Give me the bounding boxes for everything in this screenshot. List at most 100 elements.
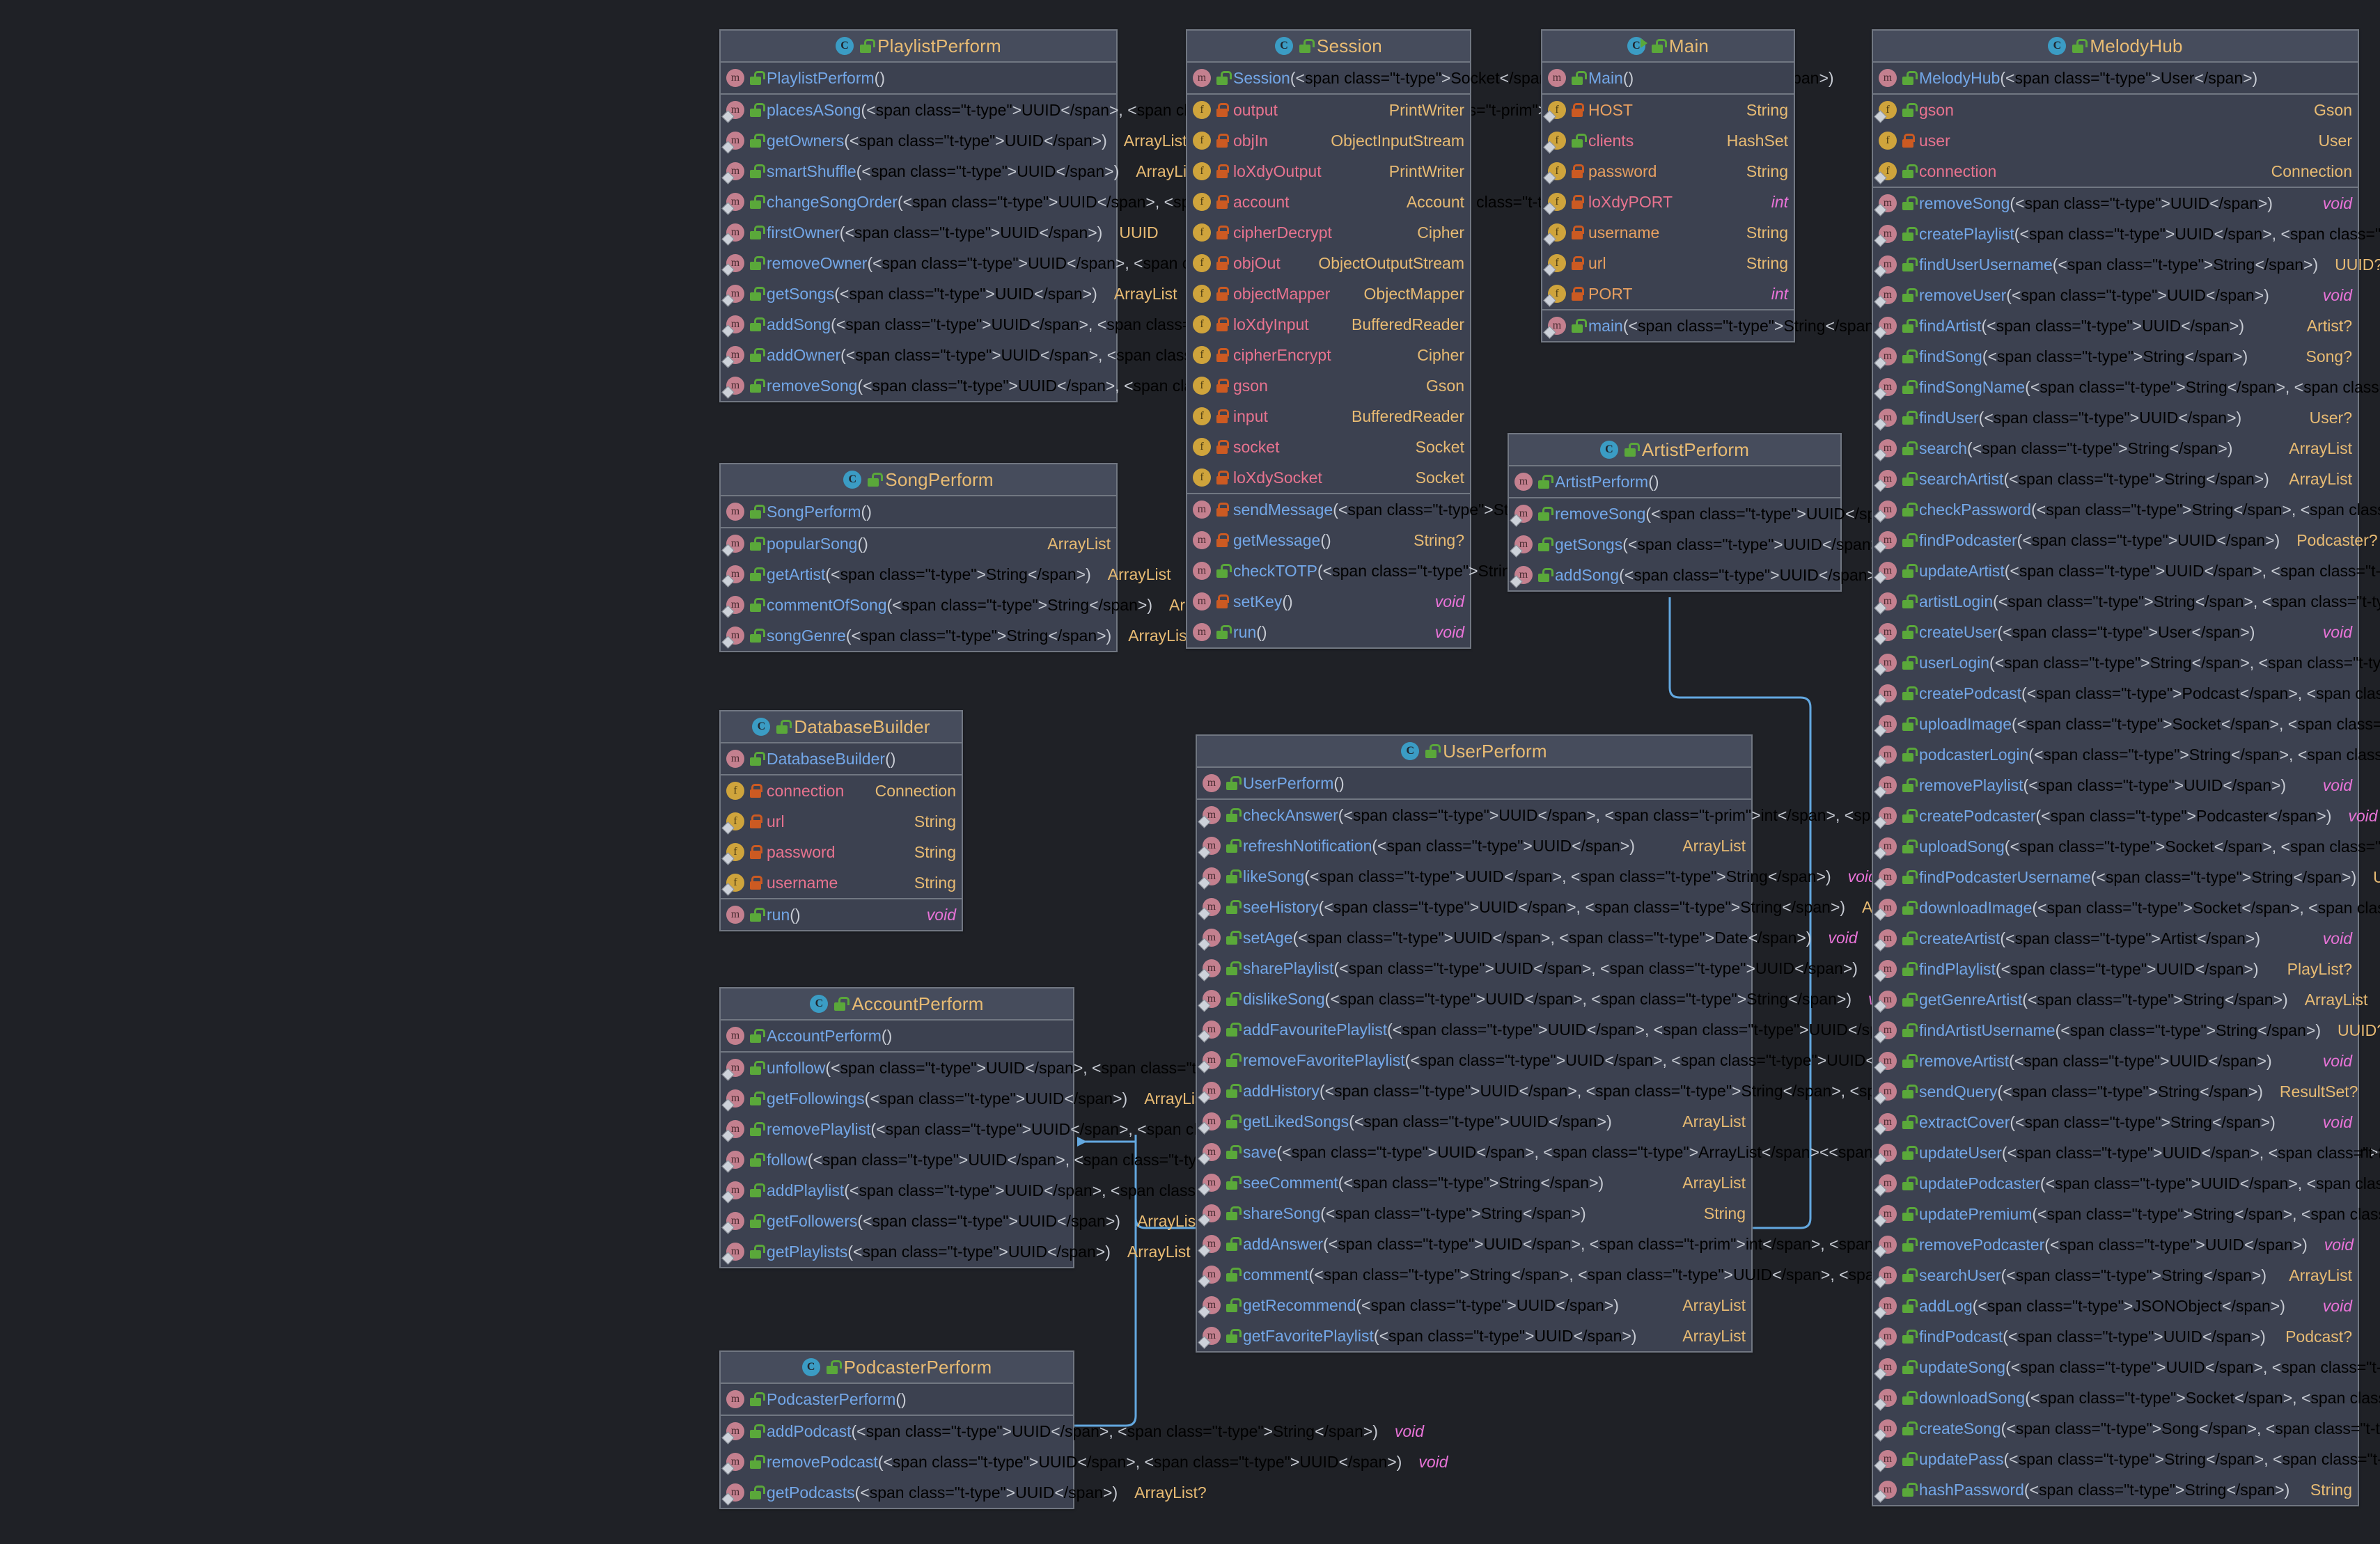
method-row[interactable]: createSong(<span class="t-type">Song</sp…	[1873, 1413, 2380, 1444]
method-row[interactable]: setAge(<span class="t-type">UUID</span>,…	[1197, 922, 1858, 953]
method-row[interactable]: podcasterLogin(<span class="t-type">Stri…	[1873, 739, 2380, 770]
method-row[interactable]: commentOfSong(<span class="t-type">Strin…	[721, 590, 1232, 620]
method-row[interactable]: findPlaylist(<span class="t-type">UUID</…	[1873, 954, 2358, 984]
method-row[interactable]: removePodcast(<span class="t-type">UUID<…	[721, 1447, 1448, 1477]
method-row[interactable]: updatePremium(<span class="t-type">Strin…	[1873, 1199, 2380, 1229]
class-header[interactable]: Session	[1187, 31, 1470, 63]
method-row[interactable]: getPlaylists(<span class="t-type">UUID</…	[721, 1236, 1191, 1267]
method-row[interactable]: findSong(<span class="t-type">String</sp…	[1873, 341, 2358, 372]
method-row[interactable]: PodcasterPerform()	[721, 1384, 1073, 1415]
method-row[interactable]: downloadSong(<span class="t-type">Socket…	[1873, 1382, 2380, 1413]
field-row[interactable]: gson Gson	[1187, 370, 1470, 401]
method-row[interactable]: createPodcast(<span class="t-type">Podca…	[1873, 678, 2380, 709]
method-row[interactable]: MelodyHub(<span class="t-type">User</spa…	[1873, 63, 2358, 93]
method-row[interactable]: createUser(<span class="t-type">User</sp…	[1873, 617, 2358, 647]
method-row[interactable]: checkPassword(<span class="t-type">Strin…	[1873, 494, 2380, 525]
method-row[interactable]: follow(<span class="t-type">UUID</span>,…	[721, 1144, 1378, 1175]
method-row[interactable]: addFavouritePlaylist(<span class="t-type…	[1197, 1014, 1957, 1045]
field-row[interactable]: loXdySocket Socket	[1187, 462, 1470, 493]
method-row[interactable]: uploadSong(<span class="t-type">Socket</…	[1873, 831, 2380, 862]
field-row[interactable]: loXdyInput BufferedReader	[1187, 309, 1470, 340]
class-header[interactable]: Main	[1542, 31, 1794, 63]
method-row[interactable]: removeOwner(<span class="t-type">UUID</s…	[721, 248, 1437, 278]
uml-class-databasebuilder[interactable]: DatabaseBuilderDatabaseBuilder()connecti…	[719, 710, 963, 931]
method-row[interactable]: sharePlaylist(<span class="t-type">UUID<…	[1197, 953, 1904, 984]
uml-class-accountperform[interactable]: AccountPerformAccountPerform()unfollow(<…	[719, 987, 1441, 1268]
field-row[interactable]: password String	[721, 837, 962, 867]
field-row[interactable]: output PrintWriter	[1187, 95, 1470, 125]
method-row[interactable]: firstOwner(<span class="t-type">UUID</sp…	[721, 217, 1159, 248]
method-row[interactable]: addAnswer(<span class="t-type">UUID</spa…	[1197, 1229, 2136, 1259]
method-row[interactable]: downloadImage(<span class="t-type">Socke…	[1873, 892, 2380, 923]
field-row[interactable]: PORT int	[1542, 278, 1794, 309]
method-row[interactable]: unfollow(<span class="t-type">UUID</span…	[721, 1053, 1395, 1083]
method-row[interactable]: smartShuffle(<span class="t-type">UUID</…	[721, 156, 1199, 187]
method-row[interactable]: addHistory(<span class="t-type">UUID</sp…	[1197, 1076, 2156, 1106]
field-row[interactable]: connection Connection	[1873, 156, 2358, 187]
method-row[interactable]: getSongs(<span class="t-type">UUID</span…	[1509, 529, 1974, 560]
method-row[interactable]: findPodcasterUsername(<span class="t-typ…	[1873, 862, 2380, 892]
method-row[interactable]: SongPerform()	[721, 496, 1116, 527]
method-row[interactable]: dislikeSong(<span class="t-type">UUID</s…	[1197, 984, 1897, 1014]
method-row[interactable]: checkTOTP(<span class="t-type">String</s…	[1187, 556, 1657, 586]
field-row[interactable]: username String	[721, 867, 962, 898]
field-row[interactable]: loXdyOutput PrintWriter	[1187, 156, 1470, 187]
method-row[interactable]: changeSongOrder(<span class="t-type">UUI…	[721, 187, 1734, 217]
field-row[interactable]: loXdyPORT int	[1542, 187, 1794, 217]
field-row[interactable]: user User	[1873, 125, 2358, 156]
method-row[interactable]: hashPassword(<span class="t-type">String…	[1873, 1474, 2358, 1505]
method-row[interactable]: Main()	[1542, 63, 1794, 93]
class-header[interactable]: UserPerform	[1197, 736, 1751, 768]
method-row[interactable]: addPlaylist(<span class="t-type">UUID</s…	[721, 1175, 1414, 1206]
method-row[interactable]: getArtist(<span class="t-type">String</s…	[721, 559, 1171, 590]
field-row[interactable]: url String	[1542, 248, 1794, 278]
method-row[interactable]: addSong(<span class="t-type">UUID</span>…	[721, 309, 1404, 340]
method-row[interactable]: extractCover(<span class="t-type">String…	[1873, 1107, 2358, 1137]
field-row[interactable]: input BufferedReader	[1187, 401, 1470, 432]
method-row[interactable]: ArtistPerform()	[1509, 466, 1840, 497]
field-row[interactable]: HOST String	[1542, 95, 1794, 125]
method-row[interactable]: updatePodcaster(<span class="t-type">UUI…	[1873, 1168, 2380, 1199]
method-row[interactable]: getRecommend(<span class="t-type">UUID</…	[1197, 1290, 1751, 1321]
class-header[interactable]: AccountPerform	[721, 988, 1073, 1021]
method-row[interactable]: searchArtist(<span class="t-type">String…	[1873, 464, 2358, 494]
method-row[interactable]: getFollowers(<span class="t-type">UUID</…	[721, 1206, 1200, 1236]
uml-class-artistperform[interactable]: ArtistPerformArtistPerform()removeSong(<…	[1508, 433, 2218, 592]
field-row[interactable]: objectMapper ObjectMapper	[1187, 278, 1470, 309]
uml-class-session[interactable]: SessionSession(<span class="t-type">Sock…	[1186, 29, 1834, 649]
method-row[interactable]: sendQuery(<span class="t-type">String</s…	[1873, 1076, 2358, 1107]
diagram-canvas[interactable]: PlaylistPerformPlaylistPerform()placesAS…	[0, 0, 2380, 1544]
method-row[interactable]: getGenreArtist(<span class="t-type">Stri…	[1873, 984, 2367, 1015]
method-row[interactable]: addLog(<span class="t-type">JSONObject</…	[1873, 1291, 2358, 1321]
method-row[interactable]: shareSong(<span class="t-type">String</s…	[1197, 1198, 1751, 1229]
class-header[interactable]: SongPerform	[721, 464, 1116, 496]
method-row[interactable]: getMessage()String?	[1187, 525, 1470, 556]
method-row[interactable]: getLikedSongs(<span class="t-type">UUID<…	[1197, 1106, 1751, 1137]
method-row[interactable]: uploadImage(<span class="t-type">Socket<…	[1873, 709, 2380, 739]
uml-class-userperform[interactable]: UserPerformUserPerform()checkAnswer(<spa…	[1196, 734, 2380, 1353]
method-row[interactable]: createArtist(<span class="t-type">Artist…	[1873, 923, 2358, 954]
method-row[interactable]: removePlaylist(<span class="t-type">UUID…	[721, 1114, 1441, 1144]
method-row[interactable]: removePodcaster(<span class="t-type">UUI…	[1873, 1229, 2358, 1260]
method-row[interactable]: run()void	[721, 899, 962, 930]
class-header[interactable]: MelodyHub	[1873, 31, 2358, 63]
method-row[interactable]: PlaylistPerform()	[721, 63, 1116, 93]
method-row[interactable]: checkAnswer(<span class="t-type">UUID</s…	[1197, 800, 2178, 830]
uml-class-podcasterperform[interactable]: PodcasterPerformPodcasterPerform()addPod…	[719, 1350, 1448, 1509]
method-row[interactable]: popularSong()ArrayList	[721, 528, 1116, 559]
method-row[interactable]: findSongName(<span class="t-type">String…	[1873, 372, 2380, 402]
method-row[interactable]: findUserUsername(<span class="t-type">St…	[1873, 249, 2380, 280]
method-row[interactable]: getSongs(<span class="t-type">UUID</span…	[721, 278, 1177, 309]
method-row[interactable]: removeSong(<span class="t-type">UUID</sp…	[721, 370, 1430, 401]
method-row[interactable]: searchUser(<span class="t-type">String</…	[1873, 1260, 2358, 1291]
class-header[interactable]: ArtistPerform	[1509, 434, 1840, 466]
uml-class-melodyhub[interactable]: MelodyHubMelodyHub(<span class="t-type">…	[1872, 29, 2380, 1506]
field-row[interactable]: clients HashSet	[1542, 125, 1794, 156]
method-row[interactable]: addOwner(<span class="t-type">UUID</span…	[721, 340, 1411, 370]
field-row[interactable]: cipherDecrypt Cipher	[1187, 217, 1470, 248]
method-row[interactable]: updateUser(<span class="t-type">UUID</sp…	[1873, 1137, 2380, 1168]
field-row[interactable]: username String	[1542, 217, 1794, 248]
method-row[interactable]: setKey()void	[1187, 586, 1470, 617]
method-row[interactable]: placesASong(<span class="t-type">UUID</s…	[721, 95, 1673, 125]
class-header[interactable]: DatabaseBuilder	[721, 711, 962, 743]
